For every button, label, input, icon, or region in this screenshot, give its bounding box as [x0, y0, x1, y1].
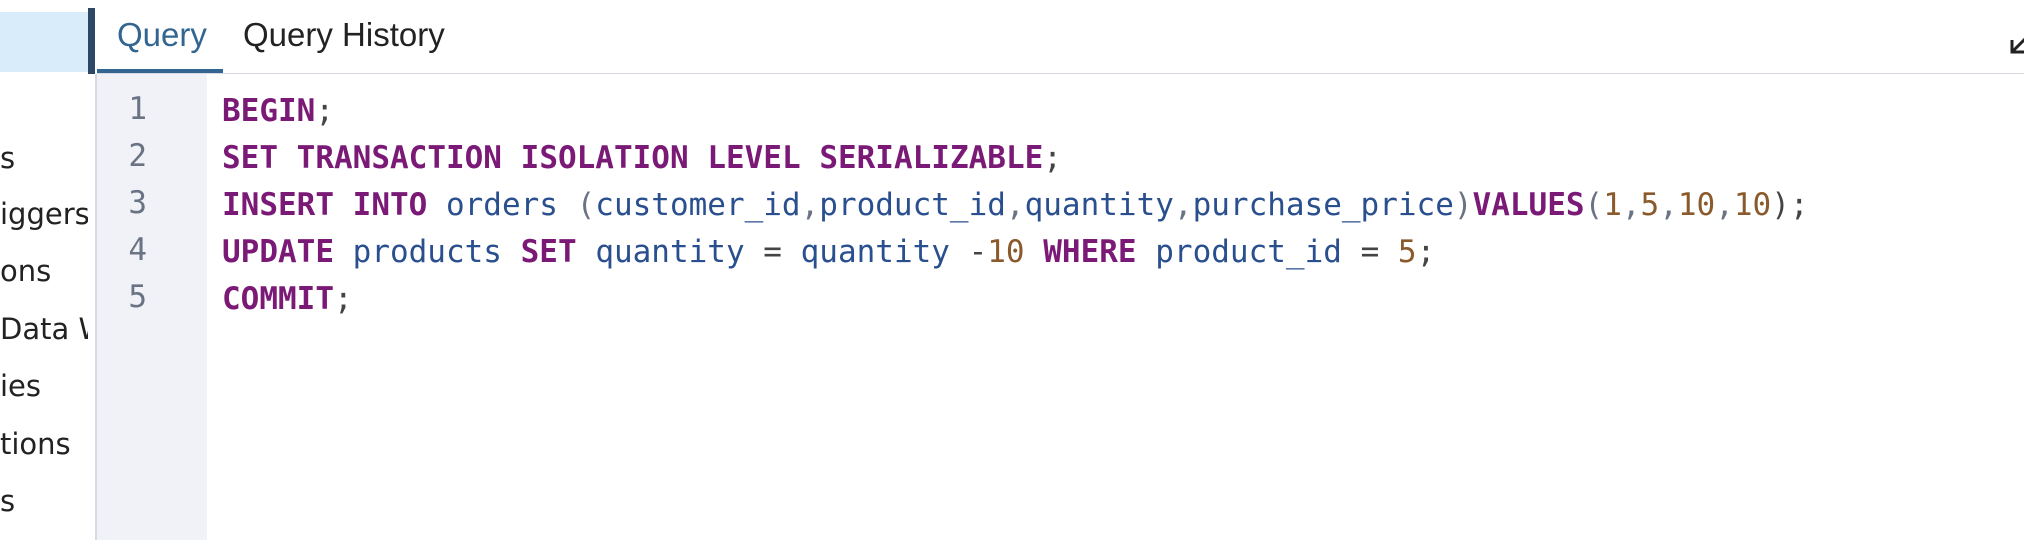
code-token: TRANSACTION: [296, 140, 502, 176]
code-token: ISOLATION: [520, 140, 689, 176]
code-line[interactable]: SET TRANSACTION ISOLATION LEVEL SERIALIZ…: [222, 135, 1809, 182]
code-token: product_id: [1155, 234, 1342, 270]
code-token: SET: [520, 234, 577, 270]
line-number-gutter: 1 2 3 4 5: [97, 74, 207, 540]
code-token: ;: [315, 93, 334, 129]
code-token: orders: [445, 187, 558, 223]
code-token: quantity: [1024, 187, 1174, 223]
code-line[interactable]: BEGIN;: [222, 88, 1809, 135]
code-token: customer_id: [595, 187, 801, 223]
code-line[interactable]: UPDATE products SET quantity = quantity …: [222, 229, 1809, 276]
code-token: ,: [1621, 187, 1641, 223]
object-tree-sidebar: s iggers ons Data W ies tions s: [0, 0, 88, 540]
code-token: UPDATE: [222, 234, 334, 270]
line-number: 3: [128, 185, 147, 221]
code-token: quantity: [800, 234, 950, 270]
code-token: LEVEL: [707, 140, 801, 176]
tree-item[interactable]: ons: [0, 253, 51, 289]
code-token: 5: [1397, 234, 1417, 270]
tree-item[interactable]: ies: [0, 368, 41, 404]
code-token: SET: [222, 140, 278, 176]
tree-item[interactable]: s: [0, 483, 15, 519]
code-token: ,: [1173, 187, 1193, 223]
code-token: -: [949, 234, 988, 270]
line-number: 4: [128, 232, 147, 268]
panel-divider[interactable]: [88, 8, 95, 74]
code-token: ;: [333, 281, 353, 317]
code-token: COMMIT: [222, 281, 334, 317]
line-number: 1: [128, 91, 147, 127]
code-token: INSERT: [222, 187, 334, 223]
tree-item[interactable]: tions: [0, 426, 71, 462]
code-token: WHERE: [1043, 234, 1137, 270]
code-token: 10: [1677, 187, 1716, 223]
code-token: (: [557, 187, 596, 223]
code-token: product_id: [819, 187, 1006, 223]
code-token: =: [744, 234, 801, 270]
code-token: (: [1584, 187, 1604, 223]
tab-query[interactable]: Query: [97, 0, 223, 73]
tree-item[interactable]: s: [0, 140, 15, 176]
line-number: 5: [128, 279, 147, 315]
code-token: purchase_price: [1192, 187, 1454, 223]
code-token: 10: [1733, 187, 1772, 223]
code-token: INTO: [352, 187, 428, 223]
code-line[interactable]: COMMIT;: [222, 276, 1809, 323]
code-token: );: [1771, 187, 1809, 223]
code-token: VALUES: [1472, 187, 1585, 223]
code-token: products: [352, 234, 502, 270]
code-token: ): [1453, 187, 1473, 223]
code-token: BEGIN: [222, 93, 316, 129]
code-token: SERIALIZABLE: [819, 140, 1044, 176]
tree-item[interactable]: iggers: [0, 196, 88, 232]
code-line[interactable]: INSERT INTO orders (customer_id,product_…: [222, 182, 1809, 229]
code-token: quantity: [595, 234, 745, 270]
code-token: 1: [1603, 187, 1622, 223]
sql-editor[interactable]: BEGIN; SET TRANSACTION ISOLATION LEVEL SE…: [222, 88, 1809, 323]
code-token: ,: [1005, 187, 1025, 223]
code-token: ,: [800, 187, 820, 223]
code-token: ,: [1659, 187, 1678, 223]
line-number: 2: [128, 138, 147, 174]
collapse-arrow-icon[interactable]: [2006, 28, 2024, 58]
code-token: =: [1341, 234, 1398, 270]
tab-bar: Query Query History: [97, 0, 2024, 74]
code-token: 5: [1640, 187, 1660, 223]
selected-tree-row[interactable]: [0, 12, 88, 72]
code-token: 10: [987, 234, 1025, 270]
code-token: ;: [1043, 140, 1062, 176]
code-token: ;: [1416, 234, 1436, 270]
code-token: ,: [1715, 187, 1734, 223]
tree-item[interactable]: Data W: [0, 311, 88, 347]
tab-query-history[interactable]: Query History: [223, 0, 465, 73]
